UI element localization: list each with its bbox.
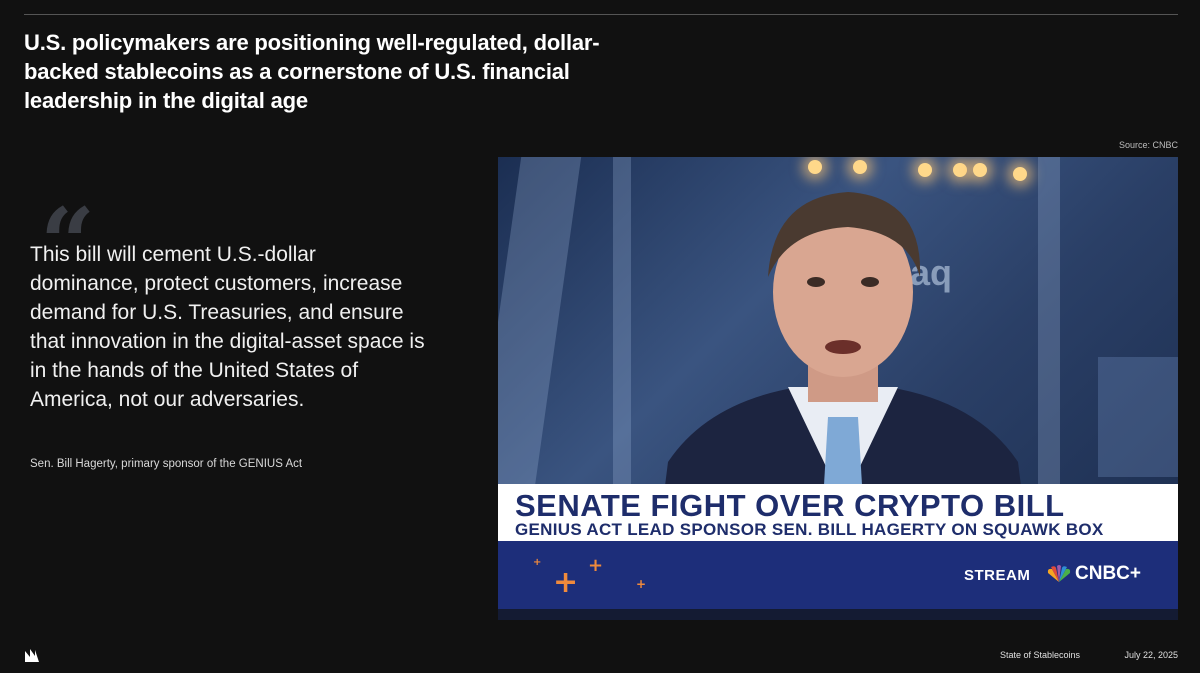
network-label: CNBC+ [1075,563,1141,584]
background-girder [1038,157,1060,487]
top-divider [24,14,1178,15]
video-still: sdaq SENATE FIGHT OVER CRYPTO BILL GENIU… [498,157,1178,620]
source-label: Source: CNBC [1118,140,1178,150]
brand-logo-icon [25,649,39,662]
footer-report-title: State of Stablecoins [1000,650,1081,660]
page-headline: U.S. policymakers are positioning well-r… [24,30,600,113]
lower-third-subtitle: GENIUS ACT LEAD SPONSOR SEN. BILL HAGERT… [515,520,1104,539]
plus-icon: + [533,557,542,568]
background-girder [613,157,631,487]
quote-attribution: Sen. Bill Hagerty, primary sponsor of th… [30,458,303,470]
plus-icon: + [553,565,579,600]
plus-icon: + [636,577,647,591]
stream-label: STREAM [964,567,1031,584]
footer-date: July 22, 2025 [1124,650,1178,660]
background-girder [498,157,582,487]
lower-third-title: SENATE FIGHT OVER CRYPTO BILL [515,488,1065,523]
plus-icon: + [588,555,604,576]
background-panel [1098,357,1178,477]
cnbc-logo: CNBC+ [1046,563,1141,585]
video-bottom-strip [498,609,1178,620]
quote-text: This bill will cement U.S.-dollar domina… [30,243,425,411]
peacock-icon [1047,565,1071,582]
lower-third-banner: SENATE FIGHT OVER CRYPTO BILL GENIUS ACT… [498,484,1178,541]
